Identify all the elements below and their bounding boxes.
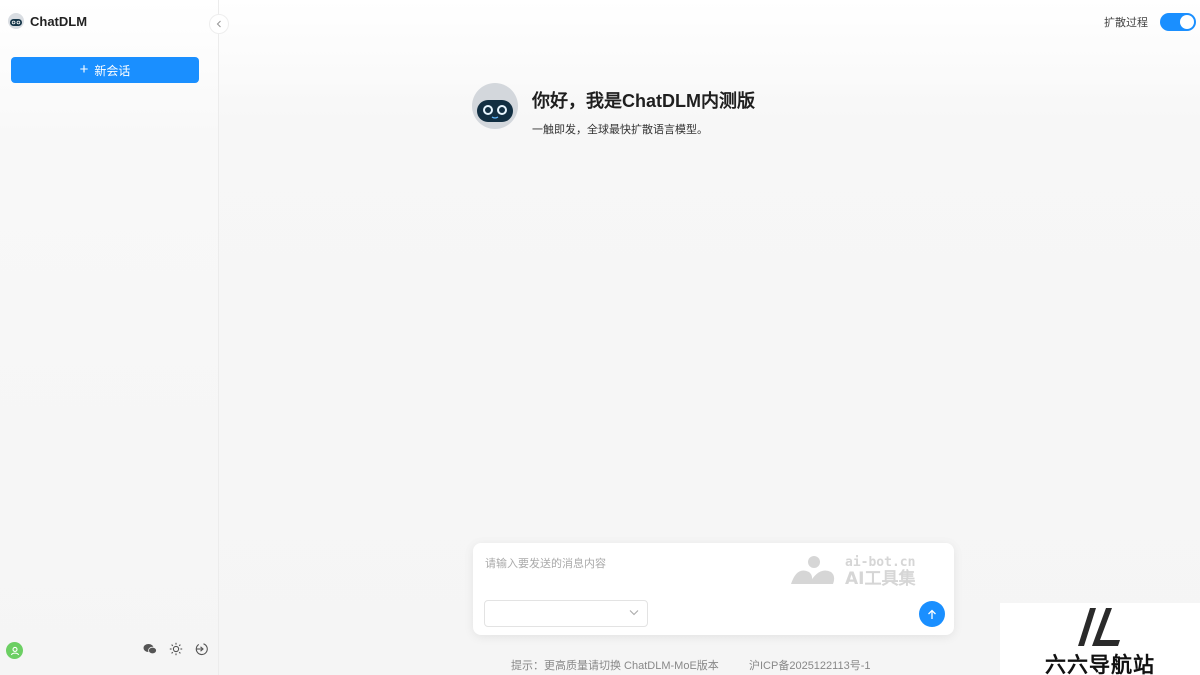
chevron-down-icon <box>629 610 639 616</box>
sidebar: ChatDLM + 新会话 <box>0 0 219 675</box>
overlay-brand: 六六导航站 <box>1000 603 1200 675</box>
arrow-up-icon <box>928 609 936 619</box>
app-name: ChatDLM <box>30 13 88 29</box>
collapse-sidebar-button[interactable] <box>209 14 229 34</box>
new-chat-button[interactable]: + 新会话 <box>11 57 199 83</box>
avatar[interactable] <box>6 642 23 659</box>
chevron-left-icon <box>216 20 221 28</box>
logout-icon[interactable] <box>195 642 209 656</box>
diffusion-toggle-area: 扩散过程 <box>1104 13 1196 31</box>
new-chat-label: 新会话 <box>94 63 131 78</box>
icp-link[interactable]: 沪ICP备2025122113号-1 <box>749 657 870 673</box>
welcome-subtitle: 一触即发，全球最快扩散语言模型。 <box>532 124 708 136</box>
footer-hint: 提示：更高质量请切换 ChatDLM-MoE版本 <box>511 660 719 672</box>
watermark-logo: ai-bot.cn AI工具集 <box>791 555 916 588</box>
sidebar-footer <box>0 635 219 675</box>
sun-icon[interactable] <box>169 642 183 656</box>
watermark-name: AI工具集 <box>845 568 916 588</box>
model-select[interactable] <box>484 600 648 627</box>
diffusion-toggle[interactable] <box>1160 13 1196 31</box>
plus-icon: + <box>79 60 89 78</box>
toggle-knob <box>1180 15 1194 29</box>
wechat-icon[interactable] <box>143 642 157 656</box>
brand[interactable]: ChatDLM <box>8 13 87 29</box>
user-icon <box>10 646 19 655</box>
toggle-label: 扩散过程 <box>1104 17 1148 29</box>
brand-mark-icon <box>1078 608 1120 646</box>
overlay-brand-text: 六六导航站 <box>1045 654 1155 675</box>
welcome-title: 你好，我是ChatDLM内测版 <box>532 91 755 111</box>
send-button[interactable] <box>919 601 945 627</box>
message-composer[interactable]: 请输入要发送的消息内容 ai-bot.cn AI工具集 <box>473 543 954 635</box>
watermark-domain: ai-bot.cn <box>845 555 915 570</box>
message-input[interactable]: 请输入要发送的消息内容 <box>485 555 606 571</box>
welcome-block: 你好，我是ChatDLM内测版 一触即发，全球最快扩散语言模型。 <box>472 83 755 137</box>
robot-icon <box>8 13 24 29</box>
robot-icon <box>472 83 518 129</box>
